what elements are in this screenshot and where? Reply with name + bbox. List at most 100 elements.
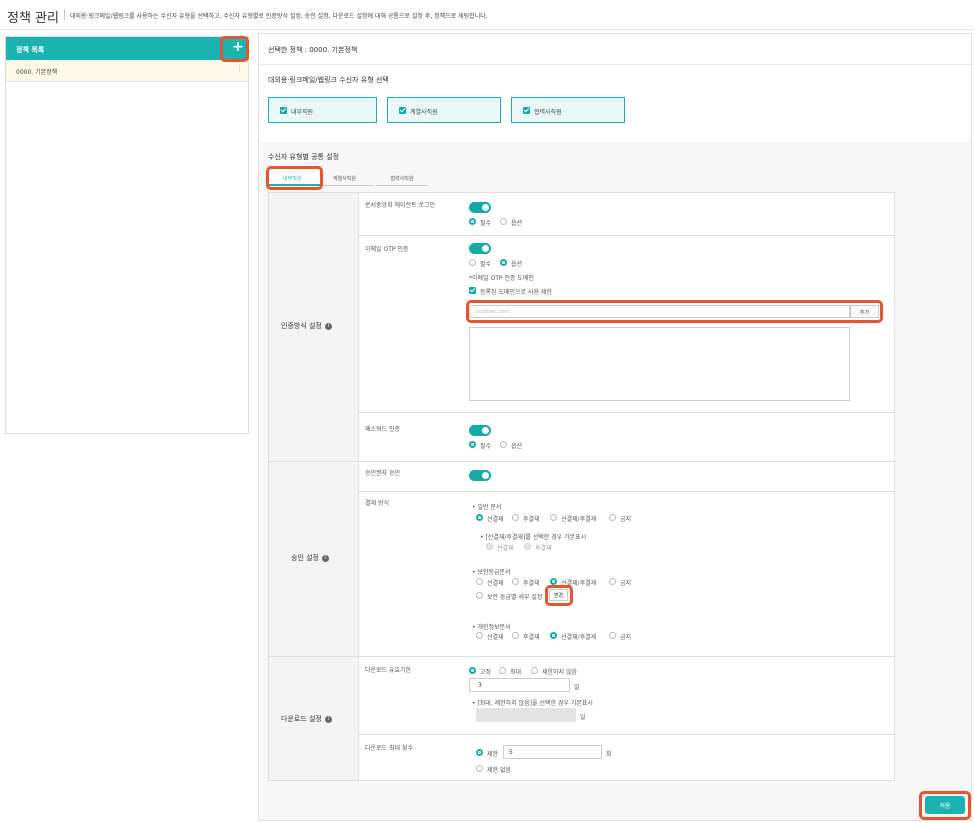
recipient-label: 협력사직원 — [534, 109, 562, 116]
note-radio — [486, 543, 493, 550]
radio-label: 필수 — [480, 220, 492, 227]
otp-domain-label: *이메일 OTP 인증 도메인 — [469, 275, 534, 282]
count-limit-radio[interactable] — [476, 749, 483, 756]
title-divider — [64, 9, 65, 20]
recipient-partner[interactable]: 협력사직원 — [511, 97, 625, 123]
highlight-change — [545, 585, 573, 606]
pw-optional-radio[interactable] — [500, 441, 507, 448]
radio-label: 옵션 — [511, 443, 523, 450]
password-toggle[interactable] — [469, 425, 491, 436]
radio-label: 선결재 — [487, 516, 504, 523]
radio-label: 금지 — [620, 580, 632, 587]
settings-table — [268, 192, 895, 781]
detail-radio[interactable] — [476, 592, 483, 599]
privacy-radio[interactable] — [476, 632, 483, 639]
download-section-label: 다운로드 설정 i — [281, 714, 332, 724]
recipient-label: 계열사직원 — [410, 109, 438, 116]
radio-label: 제한 — [487, 751, 499, 758]
period-radio[interactable] — [499, 667, 506, 674]
tab-label: 계열사직원 — [333, 176, 357, 182]
common-setting-title: 수신자 유형별 공통 설정 — [268, 153, 340, 161]
radio-label: 옵션 — [511, 261, 523, 268]
approver-toggle[interactable] — [469, 470, 491, 481]
radio-label: 금지 — [620, 516, 632, 523]
recipient-label: 내부직원 — [291, 109, 314, 116]
restrict-domain-checkbox[interactable] — [469, 287, 476, 294]
policy-list-item[interactable]: 0000. 기본정책 ⋮ — [6, 60, 248, 82]
radio-label: 고정 — [480, 669, 492, 676]
period-radio[interactable] — [469, 667, 476, 674]
general-radio[interactable] — [476, 514, 483, 521]
approval-section-label: 승인 설정 i — [291, 553, 329, 563]
download-section-text: 다운로드 설정 — [281, 715, 322, 723]
password-label: 패스워드 인증 — [365, 426, 401, 433]
general-radio[interactable] — [512, 514, 519, 521]
count-value: 5 — [509, 749, 513, 756]
selected-policy: 선택한 정책 : 0000. 기본정책 — [268, 46, 358, 54]
security-doc-title: • 보안등급문서 — [472, 569, 511, 576]
row-divider — [358, 734, 894, 735]
unit-label: 일 — [574, 684, 580, 691]
check-icon — [280, 107, 287, 114]
security-radio[interactable] — [609, 578, 616, 585]
sidebar-title: 정책 목록 — [16, 46, 45, 54]
security-radio[interactable] — [512, 578, 519, 585]
sso-toggle[interactable] — [469, 202, 491, 213]
recipient-internal[interactable]: 내부직원 — [268, 97, 377, 123]
privacy-radio[interactable] — [512, 632, 519, 639]
download-period-label: 다운로드 유효기한 — [365, 667, 412, 674]
info-icon: i — [324, 715, 332, 723]
period-note: • [최대, 제한하지 않음]을 선택한 경우 기본표시 — [472, 700, 593, 707]
highlight-apply — [919, 791, 971, 820]
radio-label: 후결재 — [523, 634, 540, 641]
otp-required-radio[interactable] — [469, 259, 476, 266]
general-doc-title: • 일반 문서 — [472, 504, 502, 511]
domain-list[interactable] — [469, 327, 850, 401]
note-radio — [524, 543, 531, 550]
radio-label: 선결재 — [497, 545, 514, 552]
privacy-radio[interactable] — [609, 632, 616, 639]
radio-label: 선결재/후결재 — [561, 516, 597, 523]
approval-note: • [선결재/후결재]를 선택한 경우 기본표시 — [480, 534, 587, 541]
highlight-tab — [266, 166, 323, 190]
otp-optional-radio[interactable] — [500, 259, 507, 266]
recipient-affiliate[interactable]: 계열사직원 — [387, 97, 501, 123]
check-icon — [523, 107, 530, 114]
row-divider — [358, 235, 894, 236]
sso-required-radio[interactable] — [469, 218, 476, 225]
radio-label: 후결재 — [523, 580, 540, 587]
page-description: 대외용·링크메일/웹링크를 사용하는 수신자 유형을 선택하고, 수신자 유형별… — [70, 13, 488, 20]
security-radio[interactable] — [476, 578, 483, 585]
highlight-add — [220, 36, 249, 62]
general-radio[interactable] — [609, 514, 616, 521]
radio-label: 금지 — [620, 634, 632, 641]
general-radio[interactable] — [550, 514, 557, 521]
policy-sidebar: 정책 목록 + 0000. 기본정책 ⋮ — [5, 36, 249, 434]
period-default-input — [476, 708, 576, 722]
radio-label: 후결재 — [535, 545, 552, 552]
method-label: 결재 방식 — [365, 500, 389, 507]
count-input[interactable]: 5 — [503, 745, 602, 759]
unit-label: 일 — [580, 714, 586, 721]
security-radio[interactable] — [550, 578, 557, 585]
period-radio[interactable] — [531, 667, 538, 674]
more-icon[interactable]: ⋮ — [236, 65, 243, 73]
count-nolimit-radio[interactable] — [476, 765, 483, 772]
otp-toggle[interactable] — [469, 243, 491, 254]
radio-label: 선결재 — [487, 634, 504, 641]
period-input[interactable]: 3 — [469, 678, 570, 692]
recipient-type-title: 대외용·링크메일/웹링크 수신자 유형 선택 — [268, 76, 389, 84]
radio-label: 필수 — [480, 261, 492, 268]
divider — [259, 64, 971, 65]
tab-partner[interactable]: 협력사직원 — [376, 172, 428, 186]
radio-label: 필수 — [480, 443, 492, 450]
sidebar-header: 정책 목록 + — [6, 37, 248, 60]
auth-section-label: 인증방식 설정 i — [281, 321, 332, 331]
tab-affiliate[interactable]: 계열사직원 — [322, 172, 374, 186]
radio-label: 제한 없음 — [487, 767, 511, 774]
header-divider — [0, 29, 974, 30]
detail-label: 보안 등급별 세부 설정 — [487, 594, 543, 601]
pw-required-radio[interactable] — [469, 441, 476, 448]
sso-optional-radio[interactable] — [500, 218, 507, 225]
privacy-radio[interactable] — [550, 632, 557, 639]
